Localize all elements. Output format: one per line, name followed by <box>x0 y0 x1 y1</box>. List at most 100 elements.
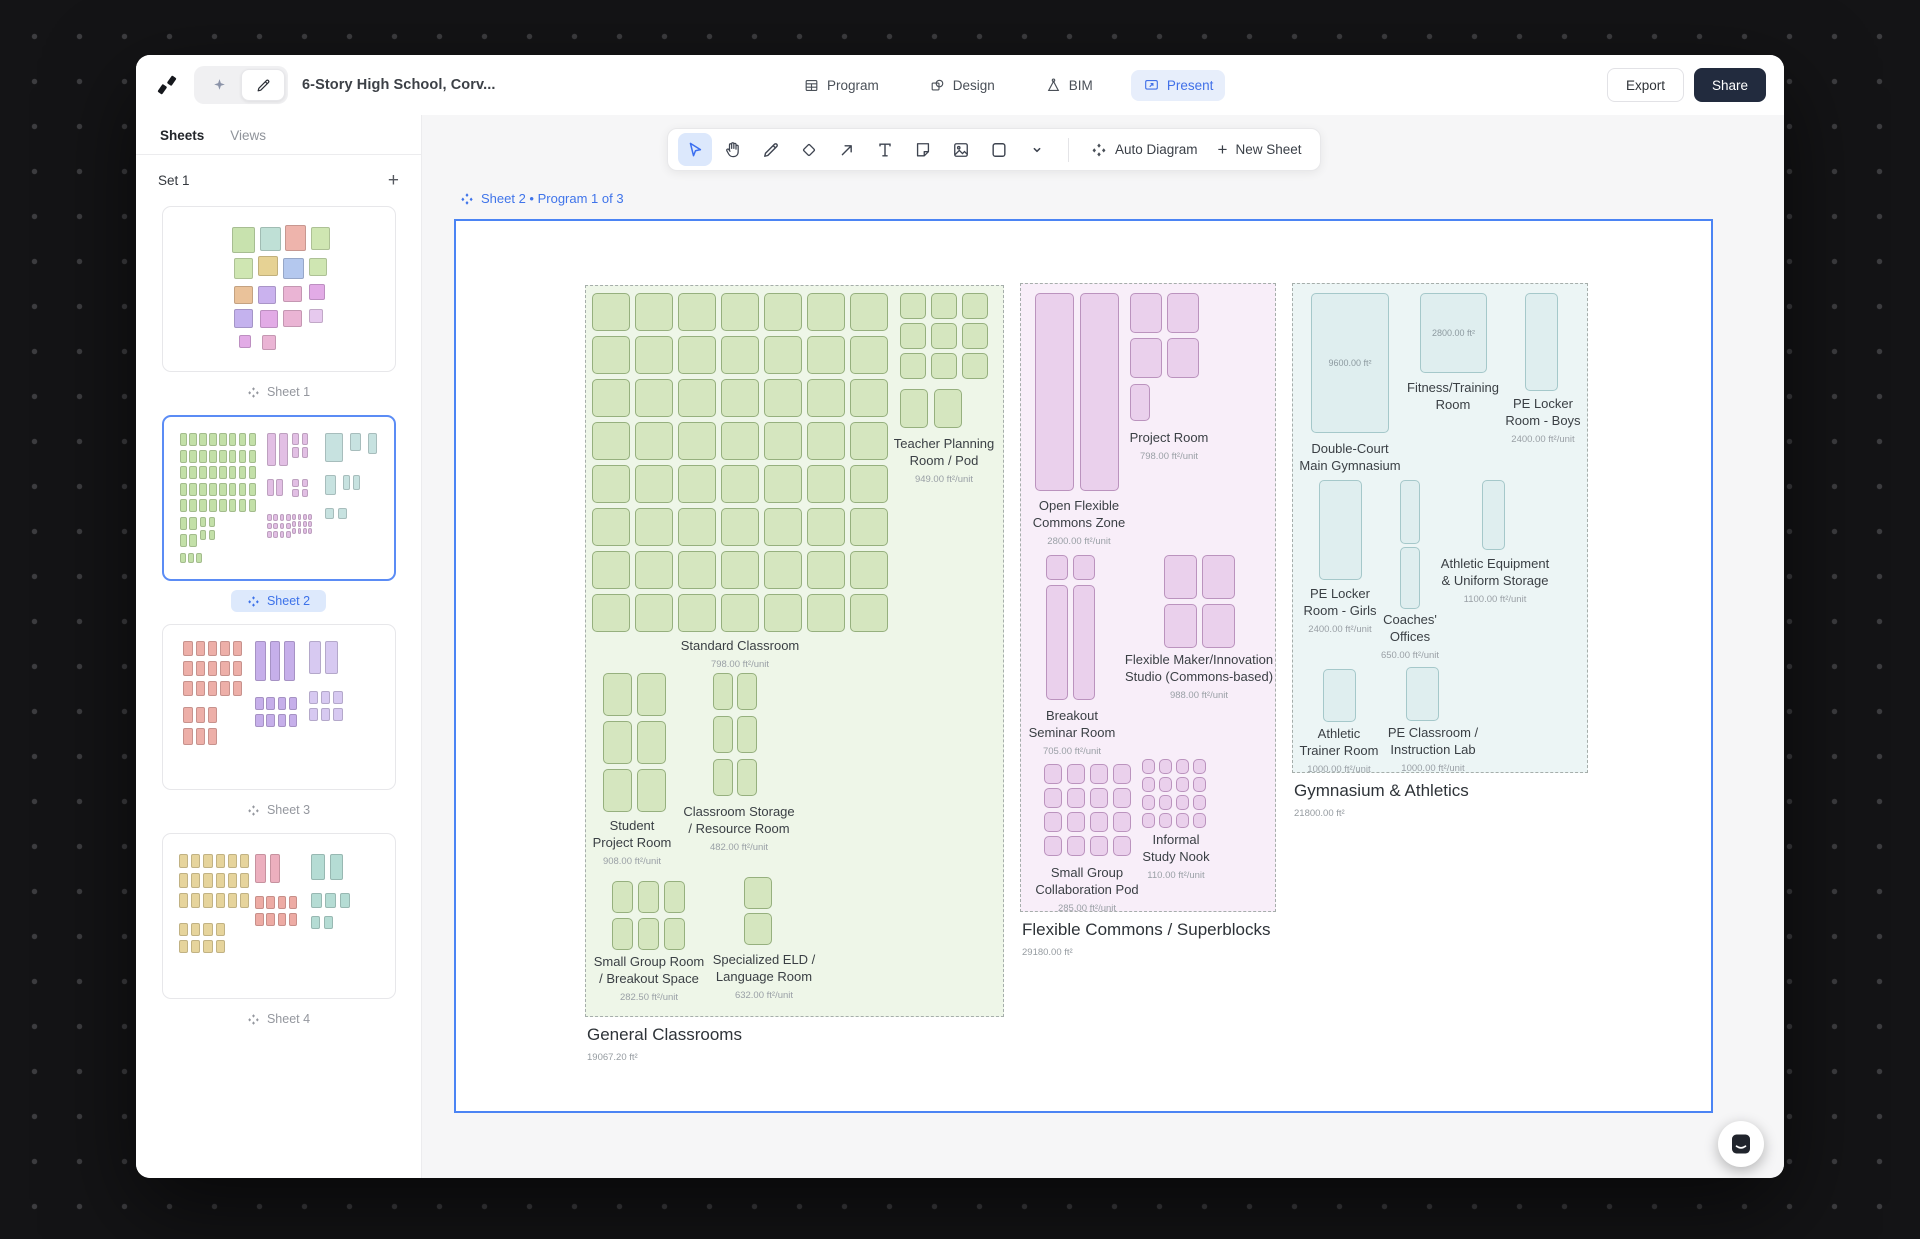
standard-classroom-block[interactable] <box>764 508 802 546</box>
ai-mode-button[interactable] <box>197 69 241 101</box>
tab-design[interactable]: Design <box>917 70 1007 101</box>
small-group-collaboration-pod-block[interactable] <box>1044 788 1062 808</box>
standard-classroom-block[interactable] <box>635 379 673 417</box>
standard-classroom-block[interactable] <box>764 465 802 503</box>
small-group-collaboration-pod-block[interactable] <box>1067 764 1085 784</box>
main-gymnasium-block[interactable]: 9600.00 ft² <box>1311 293 1389 433</box>
standard-classroom-block[interactable] <box>721 293 759 331</box>
canvas-area[interactable]: Auto Diagram + New Sheet Sheet 2 • Progr… <box>422 115 1784 1178</box>
pencil-tool[interactable] <box>754 133 788 166</box>
project-room-block[interactable] <box>1167 338 1199 378</box>
informal-study-nook-block[interactable] <box>1159 777 1172 792</box>
standard-classroom-block[interactable] <box>764 551 802 589</box>
standard-classroom-block[interactable] <box>678 422 716 460</box>
maker-innovation-studio-block[interactable] <box>1164 555 1197 599</box>
standard-classroom-block[interactable] <box>678 336 716 374</box>
standard-classroom-block[interactable] <box>678 379 716 417</box>
standard-classroom-block[interactable] <box>807 551 845 589</box>
teacher-planning-room-block[interactable] <box>962 353 988 379</box>
standard-classroom-block[interactable] <box>721 508 759 546</box>
standard-classroom-block[interactable] <box>635 508 673 546</box>
flexible-commons-region[interactable]: Open FlexibleCommons Zone2800.00 ft²/uni… <box>1020 283 1276 912</box>
small-group-collaboration-pod-block[interactable] <box>1067 812 1085 832</box>
maker-innovation-studio-block[interactable] <box>1202 604 1235 648</box>
general-classrooms-region[interactable]: Standard Classroom798.00 ft²/unitTeacher… <box>585 285 1004 1017</box>
sheet-item-1[interactable]: Sheet 1 <box>136 206 421 403</box>
small-group-collaboration-pod-block[interactable] <box>1044 764 1062 784</box>
standard-classroom-block[interactable] <box>807 465 845 503</box>
standard-classroom-block[interactable] <box>764 379 802 417</box>
teacher-planning-room-block[interactable] <box>934 389 962 428</box>
small-group-room-block[interactable] <box>664 881 685 913</box>
gymnasium-athletics-region[interactable]: 9600.00 ft²Double-CourtMain Gymnasium280… <box>1292 283 1588 773</box>
pe-locker-room-boys-block[interactable] <box>1525 293 1558 391</box>
pe-locker-room-girls-block[interactable] <box>1319 480 1362 580</box>
small-group-collaboration-pod-block[interactable] <box>1044 836 1062 856</box>
standard-classroom-block[interactable] <box>807 422 845 460</box>
sheet-item-4[interactable]: Sheet 4 <box>136 833 421 1030</box>
small-group-room-block[interactable] <box>638 881 659 913</box>
new-sheet-button[interactable]: + New Sheet <box>1210 135 1310 164</box>
breakout-seminar-room-block[interactable] <box>1046 585 1068 700</box>
informal-study-nook-block[interactable] <box>1176 759 1189 774</box>
sheet-frame[interactable]: Standard Classroom798.00 ft²/unitTeacher… <box>454 219 1713 1113</box>
standard-classroom-block[interactable] <box>850 293 888 331</box>
standard-classroom-block[interactable] <box>678 594 716 632</box>
teacher-planning-room-block[interactable] <box>900 293 926 319</box>
breakout-seminar-room-block[interactable] <box>1046 555 1068 580</box>
standard-classroom-block[interactable] <box>678 293 716 331</box>
standard-classroom-block[interactable] <box>592 422 630 460</box>
specialized-eld-room-block[interactable] <box>744 913 772 945</box>
classroom-storage-block[interactable] <box>713 673 733 710</box>
informal-study-nook-block[interactable] <box>1142 795 1155 810</box>
standard-classroom-block[interactable] <box>592 551 630 589</box>
pe-classroom-instruction-lab-block[interactable] <box>1406 667 1439 721</box>
standard-classroom-block[interactable] <box>764 422 802 460</box>
standard-classroom-block[interactable] <box>764 336 802 374</box>
small-group-collaboration-pod-block[interactable] <box>1090 812 1108 832</box>
teacher-planning-room-block[interactable] <box>900 323 926 349</box>
standard-classroom-block[interactable] <box>721 465 759 503</box>
student-project-room-block[interactable] <box>637 673 666 716</box>
standard-classroom-block[interactable] <box>807 594 845 632</box>
project-room-block[interactable] <box>1167 293 1199 333</box>
standard-classroom-block[interactable] <box>592 379 630 417</box>
small-group-collaboration-pod-block[interactable] <box>1067 836 1085 856</box>
standard-classroom-block[interactable] <box>807 336 845 374</box>
classroom-storage-block[interactable] <box>713 716 733 753</box>
student-project-room-block[interactable] <box>603 673 632 716</box>
student-project-room-block[interactable] <box>603 769 632 812</box>
note-tool[interactable] <box>906 133 940 166</box>
informal-study-nook-block[interactable] <box>1142 813 1155 828</box>
fitness-training-room-block[interactable]: 2800.00 ft² <box>1420 293 1487 373</box>
document-title[interactable]: 6-Story High School, Corv... <box>302 77 495 93</box>
small-group-collaboration-pod-block[interactable] <box>1113 788 1131 808</box>
student-project-room-block[interactable] <box>637 769 666 812</box>
small-group-collaboration-pod-block[interactable] <box>1090 764 1108 784</box>
teacher-planning-room-block[interactable] <box>962 293 988 319</box>
teacher-planning-room-block[interactable] <box>900 353 926 379</box>
small-group-room-block[interactable] <box>638 918 659 950</box>
classroom-storage-block[interactable] <box>737 673 757 710</box>
app-logo-icon[interactable] <box>154 72 180 98</box>
informal-study-nook-block[interactable] <box>1193 795 1206 810</box>
maker-innovation-studio-block[interactable] <box>1164 604 1197 648</box>
tab-sheets[interactable]: Sheets <box>160 128 204 143</box>
specialized-eld-room-block[interactable] <box>744 877 772 909</box>
auto-diagram-button[interactable]: Auto Diagram <box>1083 136 1206 164</box>
classroom-storage-block[interactable] <box>713 759 733 796</box>
hand-tool[interactable] <box>716 133 750 166</box>
standard-classroom-block[interactable] <box>850 336 888 374</box>
informal-study-nook-block[interactable] <box>1193 777 1206 792</box>
small-group-room-block[interactable] <box>612 918 633 950</box>
teacher-planning-room-block[interactable] <box>931 323 957 349</box>
teacher-planning-room-block[interactable] <box>931 293 957 319</box>
standard-classroom-block[interactable] <box>592 293 630 331</box>
informal-study-nook-block[interactable] <box>1176 795 1189 810</box>
informal-study-nook-block[interactable] <box>1193 813 1206 828</box>
project-room-block[interactable] <box>1130 384 1150 421</box>
standard-classroom-block[interactable] <box>721 551 759 589</box>
standard-classroom-block[interactable] <box>635 594 673 632</box>
tab-present[interactable]: Present <box>1131 70 1226 101</box>
standard-classroom-block[interactable] <box>635 293 673 331</box>
